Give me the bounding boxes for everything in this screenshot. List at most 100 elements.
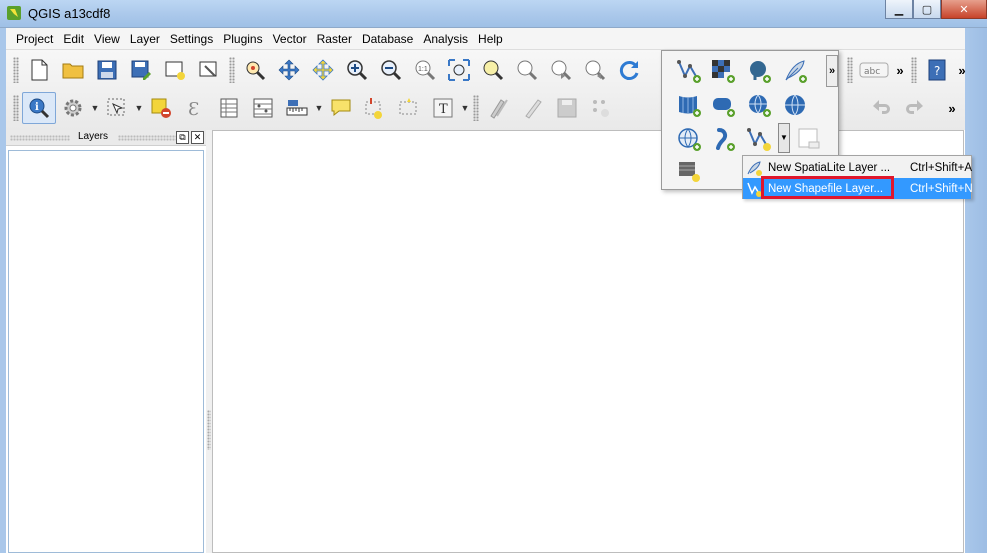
bookmark-new-icon [365, 98, 382, 119]
toolbar-grip[interactable] [847, 57, 853, 83]
postgis-elephant-icon [750, 61, 771, 83]
menu-item-new-spatialite-layer[interactable]: New SpatiaLite Layer ... Ctrl+Shift+A [743, 157, 972, 178]
zoom-actual-size-button[interactable]: 1:1 [408, 54, 442, 86]
undock-panel-button[interactable]: ⧉ [176, 131, 189, 144]
menu-edit[interactable]: Edit [58, 28, 89, 50]
window-title: QGIS a13cdf8 [28, 6, 111, 21]
save-as-button[interactable] [124, 54, 158, 86]
text-annotation-button[interactable]: T [426, 92, 460, 124]
redo-icon [906, 100, 923, 114]
new-layer-button[interactable] [742, 123, 776, 155]
open-project-button[interactable] [56, 54, 90, 86]
move-arrows-icon [278, 59, 300, 81]
menu-raster[interactable]: Raster [312, 28, 357, 50]
toolbar-grip[interactable] [13, 95, 19, 121]
add-virtual-layer-button[interactable] [672, 155, 706, 187]
undo-toolbar: » [864, 90, 960, 126]
measure-line-button[interactable] [280, 92, 314, 124]
add-raster-layer-button[interactable] [706, 55, 740, 87]
maximize-button[interactable]: ▢ [913, 0, 941, 19]
add-postgis-layer-button[interactable] [742, 55, 776, 87]
current-edits-button[interactable] [482, 92, 516, 124]
run-action-button[interactable] [56, 92, 90, 124]
toolbar-grip[interactable] [473, 95, 479, 121]
zoom-full-button[interactable] [442, 54, 476, 86]
zoom-in-icon [347, 60, 368, 81]
menu-view[interactable]: View [89, 28, 125, 50]
redo-button[interactable] [898, 92, 932, 124]
popup-toolbar-more[interactable]: » [826, 55, 838, 87]
new-project-button[interactable] [22, 54, 56, 86]
help-toolbar-more[interactable]: » [954, 63, 970, 78]
zoom-to-selection-button[interactable] [476, 54, 510, 86]
run-action-dropdown[interactable]: ▼ [90, 103, 100, 113]
menu-analysis[interactable]: Analysis [418, 28, 473, 50]
menu-help[interactable]: Help [473, 28, 508, 50]
menu-project[interactable]: Project [6, 28, 58, 50]
close-panel-button[interactable]: ✕ [191, 131, 204, 144]
help-book-icon: ? [928, 59, 946, 81]
pan-map-button[interactable] [238, 54, 272, 86]
menu-database[interactable]: Database [357, 28, 418, 50]
menu-layer[interactable]: Layer [125, 28, 165, 50]
undo-toolbar-more[interactable]: » [944, 101, 960, 116]
identify-features-button[interactable]: i [22, 92, 56, 124]
mssql-icon [713, 98, 735, 117]
composer-manager-button[interactable] [192, 54, 226, 86]
zoom-to-layer-button[interactable] [510, 54, 544, 86]
add-wcs-server-layer-button[interactable] [672, 123, 706, 155]
layers-panel-header[interactable]: Layers ⧉ ✕ [6, 130, 206, 146]
add-wfs-layer-button[interactable] [778, 89, 812, 121]
zoom-next-button[interactable] [578, 54, 612, 86]
add-mssql-layer-button[interactable] [706, 89, 740, 121]
add-feature-button[interactable] [584, 92, 618, 124]
save-edits-button[interactable] [550, 92, 584, 124]
new-layer-dropdown-arrow[interactable]: ▼ [778, 123, 790, 153]
help-button[interactable]: ? [920, 54, 954, 86]
menu-item-shortcut: Ctrl+Shift+N [910, 182, 973, 195]
annotation-dropdown[interactable]: ▼ [460, 103, 470, 113]
new-temporary-layer-button[interactable] [792, 123, 826, 155]
toolbar-grip[interactable] [911, 57, 917, 83]
deselect-all-button[interactable] [144, 92, 178, 124]
minimize-button[interactable]: ▁ [885, 0, 913, 19]
toolbar-grip[interactable] [13, 57, 19, 83]
pan-to-selection-button[interactable] [272, 54, 306, 86]
show-bookmarks-button[interactable] [392, 92, 426, 124]
select-dropdown[interactable]: ▼ [134, 103, 144, 113]
zoom-out-button[interactable] [374, 54, 408, 86]
zoom-last-button[interactable] [544, 54, 578, 86]
zoom-in-button[interactable] [340, 54, 374, 86]
label-abc-button[interactable]: abc [856, 54, 892, 86]
speech-bubble-icon [331, 99, 351, 117]
qgis-logo-icon [7, 6, 21, 20]
label-toolbar-more[interactable]: » [892, 63, 908, 78]
toolbar-grip[interactable] [229, 57, 235, 83]
pan-selection-button[interactable] [306, 54, 340, 86]
save-project-button[interactable] [90, 54, 124, 86]
new-bookmark-button[interactable] [358, 92, 392, 124]
attribute-table-button[interactable] [212, 92, 246, 124]
toggle-editing-button[interactable] [516, 92, 550, 124]
map-tips-button[interactable] [324, 92, 358, 124]
close-window-button[interactable]: ✕ [941, 0, 987, 19]
statistical-summary-button[interactable] [246, 92, 280, 124]
select-features-button[interactable] [100, 92, 134, 124]
field-calculator-button[interactable]: Ɛ [178, 92, 212, 124]
ruler-icon [286, 100, 308, 116]
add-wms-layer-button[interactable] [742, 89, 776, 121]
add-vector-layer-button[interactable] [672, 55, 706, 87]
menu-settings[interactable]: Settings [165, 28, 218, 50]
menu-vector[interactable]: Vector [268, 28, 312, 50]
undo-button[interactable] [864, 92, 898, 124]
save-as-icon [131, 60, 151, 80]
add-wcs-layer-button[interactable] [672, 89, 706, 121]
refresh-button[interactable] [612, 54, 646, 86]
add-delimited-text-layer-button[interactable] [706, 123, 740, 155]
measure-dropdown[interactable]: ▼ [314, 103, 324, 113]
new-print-composer-button[interactable] [158, 54, 192, 86]
add-spatialite-layer-button[interactable] [778, 55, 812, 87]
menu-plugins[interactable]: Plugins [218, 28, 267, 50]
menu-item-shortcut: Ctrl+Shift+A [910, 161, 972, 174]
layers-tree[interactable] [8, 150, 204, 553]
